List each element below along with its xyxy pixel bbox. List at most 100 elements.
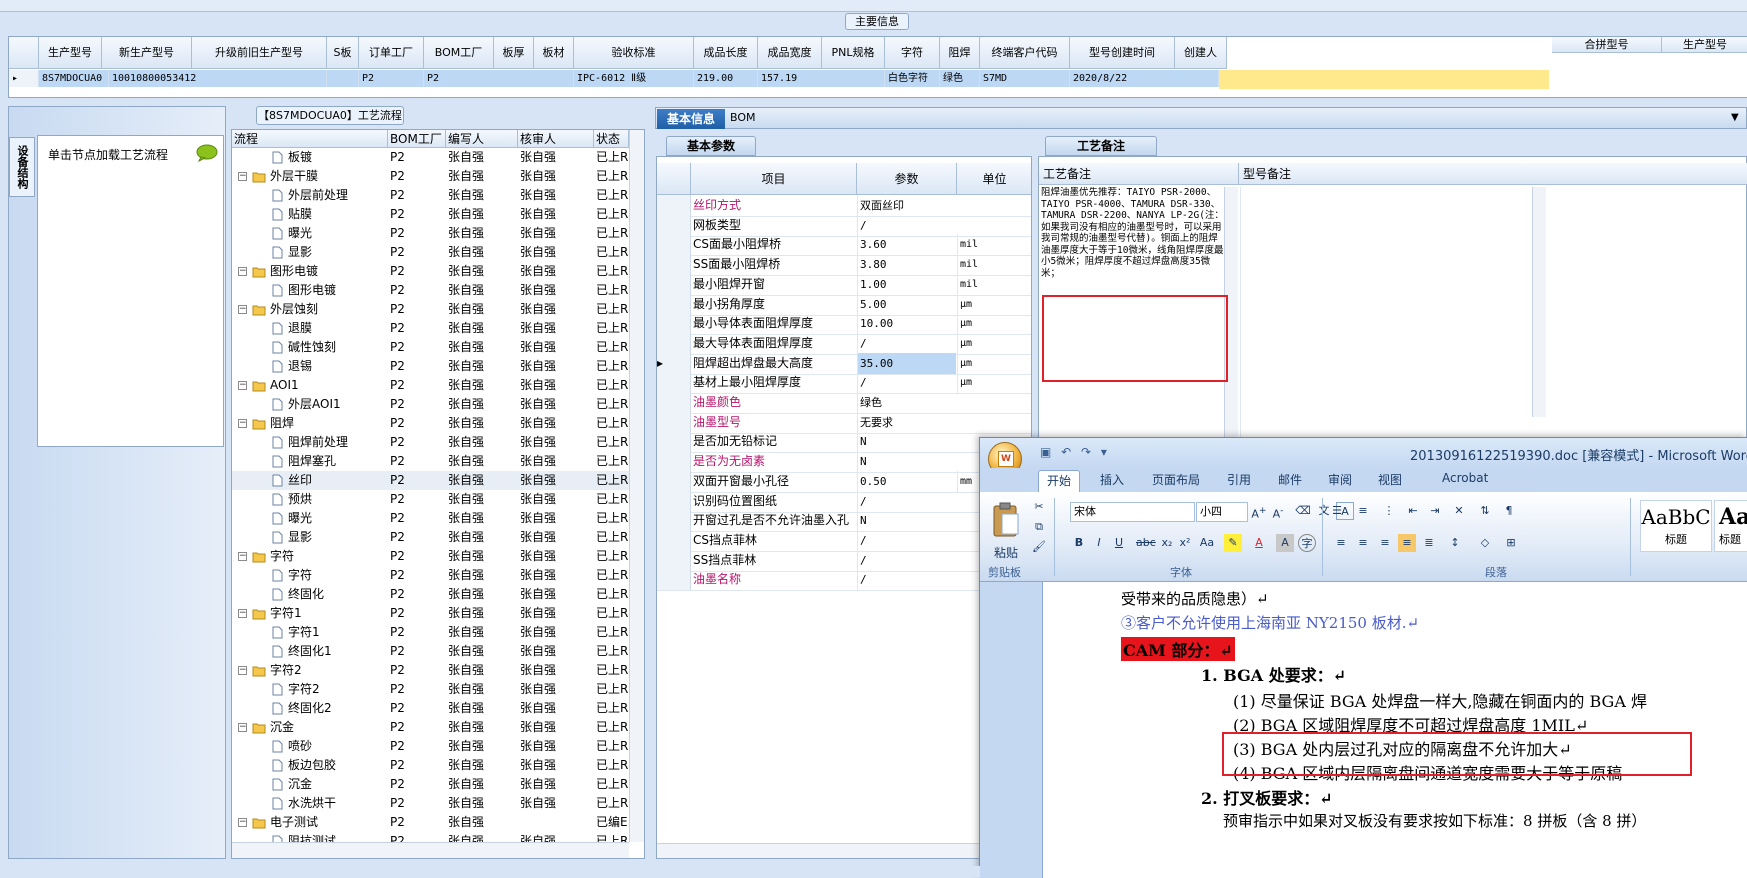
cell-order-factory[interactable]: P2 — [359, 70, 424, 87]
param-row[interactable]: SS面最小阻焊桥 3.80 mil — [657, 254, 1031, 277]
paste-icon[interactable] — [990, 500, 1022, 542]
row-selector[interactable] — [657, 411, 691, 433]
tab-process-notes[interactable]: 工艺备注 — [1045, 136, 1157, 156]
tree-row[interactable]: − 字符 P2 张自强 张自强 已上R — [232, 547, 629, 566]
col-created[interactable]: 型号创建时间 — [1070, 37, 1175, 69]
params-horizontal-scrollbar[interactable] — [657, 843, 1031, 858]
cell-new-model[interactable]: 10010800053412 — [109, 70, 327, 87]
param-value[interactable]: 35.00 — [857, 352, 956, 374]
cell-bom-factory[interactable]: P2 — [424, 70, 574, 87]
tree-row[interactable]: 预烘 P2 张自强 张自强 已上R — [232, 490, 629, 509]
cell-width[interactable]: 157.19 — [758, 70, 885, 87]
tree-row[interactable]: 板镀 P2 张自强 张自强 已上R — [232, 148, 629, 167]
param-row[interactable]: 最小阻焊开窗 1.00 mil — [657, 273, 1031, 296]
ribbon-tab-references[interactable]: 引用 — [1227, 471, 1251, 488]
tree-row[interactable]: 贴膜 P2 张自强 张自强 已上R — [232, 205, 629, 224]
col-s-board[interactable]: S板 — [327, 37, 359, 69]
align-right-icon[interactable]: ≡ — [1376, 534, 1394, 552]
param-row[interactable]: 是否为无卤素 N — [657, 451, 1031, 474]
collapse-icon[interactable]: − — [238, 609, 247, 618]
distribute-icon[interactable]: ≣ — [1420, 534, 1438, 552]
row-selector[interactable] — [657, 332, 691, 354]
shading-icon[interactable]: ◇ — [1476, 534, 1494, 552]
collapse-icon[interactable]: − — [238, 419, 247, 428]
tree-row[interactable]: − 电子测试 P2 张自强 已编E — [232, 813, 629, 832]
collapse-icon[interactable]: − — [238, 552, 247, 561]
param-row[interactable]: 基材上最小阻焊厚度 / μm — [657, 372, 1031, 395]
chevron-down-icon[interactable]: ▼ — [1731, 112, 1739, 123]
sort-icon[interactable]: ⇅ — [1476, 502, 1494, 520]
subscript-icon[interactable]: x₂ — [1158, 534, 1176, 552]
paste-button[interactable]: 粘贴 — [994, 544, 1018, 561]
param-value[interactable]: N — [857, 431, 956, 453]
basic-params-grid[interactable]: 项目 参数 单位 丝印方式 双面丝印 网板类型 / CS面最小阻焊桥 3.60 mil SS面… — [656, 156, 1032, 859]
col-width[interactable]: 成品宽度 — [758, 37, 822, 69]
param-value[interactable]: / — [857, 569, 956, 591]
tree-row[interactable]: 曝光 P2 张自强 张自强 已上R — [232, 224, 629, 243]
tree-row[interactable]: 沉金 P2 张自强 张自强 已上R — [232, 775, 629, 794]
line-spacing-icon[interactable]: ↕ — [1446, 534, 1464, 552]
ribbon-tab-review[interactable]: 审阅 — [1328, 471, 1352, 488]
align-left-icon[interactable]: ≡ — [1332, 534, 1350, 552]
param-value[interactable]: N — [857, 451, 956, 473]
tree-row[interactable]: 显影 P2 张自强 张自强 已上R — [232, 528, 629, 547]
style-heading-2[interactable]: Aa 标题 — [1714, 500, 1747, 552]
param-value[interactable]: 5.00 — [857, 293, 956, 315]
quick-access-toolbar[interactable]: ▣ ↶ ↷ ▾ — [1040, 445, 1110, 459]
col-standard[interactable]: 验收标准 — [574, 37, 694, 69]
tab-equipment-structure[interactable]: 设备结构 — [9, 137, 35, 197]
param-value[interactable]: / — [857, 490, 956, 512]
document-page[interactable]: 受带来的品质隐患）↵ ③客户不允许使用上海南亚 NY2150 板材.↵ CAM … — [1043, 582, 1747, 878]
col-pnl[interactable]: PNL规格 — [822, 37, 885, 69]
ribbon-tab-layout[interactable]: 页面布局 — [1152, 471, 1200, 488]
enclose-char-icon[interactable]: 字 — [1298, 534, 1316, 552]
bold-icon[interactable]: B — [1070, 534, 1088, 552]
ribbon-tab-home[interactable]: 开始 — [1038, 470, 1080, 492]
strikethrough-icon[interactable]: abc — [1136, 534, 1156, 552]
chinese-layout-icon[interactable]: ✕ — [1450, 502, 1468, 520]
show-marks-icon[interactable]: ¶ — [1500, 502, 1518, 520]
param-value[interactable]: 1.00 — [857, 273, 956, 295]
param-value[interactable]: / — [857, 332, 956, 354]
tree-row[interactable]: − 字符1 P2 张自强 张自强 已上R — [232, 604, 629, 623]
collapse-icon[interactable]: − — [238, 267, 247, 276]
main-info-grid[interactable]: 生产型号 新生产型号 升级前旧生产型号 S板 订单工厂 BOM工厂 板厚 板材 … — [8, 36, 1747, 98]
col-customer[interactable]: 终端客户代码 — [980, 37, 1070, 69]
cell-s-board[interactable] — [327, 70, 359, 87]
tree-col-status[interactable]: 状态 — [594, 130, 629, 148]
style-heading-1[interactable]: AaBbC 标题 — [1640, 500, 1712, 552]
param-row[interactable]: SS挡点菲林 / — [657, 549, 1031, 572]
left-content-area[interactable]: 单击节点加载工艺流程 — [37, 135, 224, 447]
tree-row[interactable]: 终固化1 P2 张自强 张自强 已上R — [232, 642, 629, 661]
row-selector[interactable] — [657, 549, 691, 571]
clear-format-icon[interactable]: ⌫ — [1294, 502, 1312, 520]
param-value[interactable]: 无要求 — [857, 411, 956, 433]
tree-row[interactable]: 阻抗测试 P2 张自强 张自强 已上R — [232, 832, 629, 842]
tree-row[interactable]: − 沉金 P2 张自强 张自强 已上R — [232, 718, 629, 737]
tree-row[interactable]: 字符 P2 张自强 张自强 已上R — [232, 566, 629, 585]
param-value[interactable]: 0.50 — [857, 470, 956, 492]
tree-col-writer[interactable]: 编写人 — [446, 130, 518, 148]
cell-highlight[interactable] — [1219, 70, 1549, 89]
param-row[interactable]: 最小导体表面阻焊厚度 10.00 μm — [657, 313, 1031, 336]
collapse-icon[interactable]: − — [238, 305, 247, 314]
highlight-icon[interactable]: ✎ — [1224, 534, 1242, 552]
underline-icon[interactable]: U — [1110, 534, 1128, 552]
cell-created[interactable]: 2020/8/22 — [1070, 70, 1219, 87]
ribbon-tab-insert[interactable]: 插入 — [1100, 471, 1124, 488]
param-row[interactable]: ▸ 阻焊超出焊盘最大高度 35.00 μm — [657, 352, 1031, 375]
tree-row[interactable]: − 图形电镀 P2 张自强 张自强 已上R — [232, 262, 629, 281]
tree-row[interactable]: 外层AOI1 P2 张自强 张自强 已上R — [232, 395, 629, 414]
process-tree[interactable]: 流程 BOM工厂 编写人 核审人 状态 板镀 P2 张自强 张自强 已上R − 外层干膜 P2… — [231, 129, 645, 859]
tree-row[interactable]: 板边包胶 P2 张自强 张自强 已上R — [232, 756, 629, 775]
tree-row[interactable]: − 外层干膜 P2 张自强 张自强 已上R — [232, 167, 629, 186]
param-row[interactable]: 开窗过孔是否不允许油墨入孔 N — [657, 510, 1031, 533]
param-value[interactable]: N — [857, 510, 956, 532]
cell-prod-model[interactable]: 8S7MDOCUA0 — [39, 70, 109, 87]
tree-vertical-scrollbar[interactable] — [629, 130, 644, 842]
col-char[interactable]: 字符 — [885, 37, 940, 69]
param-value[interactable]: 绿色 — [857, 392, 956, 413]
row-selector[interactable] — [657, 529, 691, 551]
collapse-icon[interactable]: − — [238, 381, 247, 390]
row-selector[interactable] — [657, 451, 691, 473]
